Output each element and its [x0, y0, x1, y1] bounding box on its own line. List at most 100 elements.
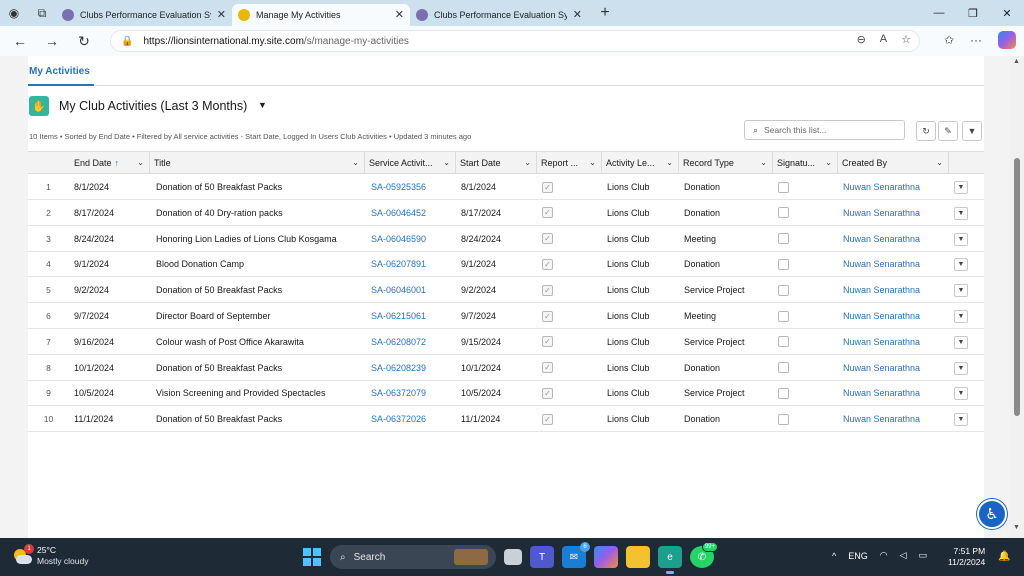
cell-created-by-link[interactable]: Nuwan Senarathna	[843, 406, 949, 432]
chevron-up-icon[interactable]: ^	[832, 551, 836, 561]
edit-list-button[interactable]: ✎	[938, 121, 958, 141]
cell-service-activity-link[interactable]: SA-06208072	[371, 329, 456, 355]
favorites-icon[interactable]: ✩	[944, 33, 954, 47]
refresh-icon[interactable]: ↻	[68, 26, 100, 56]
chevron-down-icon[interactable]: ⌄	[352, 158, 359, 167]
weather-widget[interactable]: 1 25°C Mostly cloudy	[12, 544, 89, 567]
cell-created-by-link[interactable]: Nuwan Senarathna	[843, 329, 949, 355]
cell-service-activity-link[interactable]: SA-05925356	[371, 174, 456, 200]
copilot-app-icon[interactable]	[594, 546, 618, 568]
taskbar-search[interactable]: ⌕ Search	[330, 545, 496, 569]
minimize-icon[interactable]: —	[922, 0, 956, 26]
wifi-icon[interactable]: ◠	[880, 550, 888, 561]
browser-tab-3[interactable]: Clubs Performance Evaluation Sys ✕	[410, 4, 588, 26]
header-title[interactable]: Title ⌄	[150, 152, 365, 174]
header-created-by[interactable]: Created By ⌄	[838, 152, 949, 174]
mail-icon[interactable]: ✉ 6	[562, 542, 590, 568]
copilot-icon[interactable]	[998, 31, 1016, 49]
more-menu-icon[interactable]: ···	[970, 33, 982, 47]
header-record-type[interactable]: Record Type ⌄	[679, 152, 773, 174]
close-tab-icon[interactable]: ✕	[217, 8, 226, 21]
filter-list-button[interactable]: ▼	[962, 121, 982, 141]
cell-service-activity-link[interactable]: SA-06372026	[371, 406, 456, 432]
tab-my-activities[interactable]: My Activities	[29, 66, 90, 77]
row-action-menu-button[interactable]: ▼	[954, 284, 968, 298]
notification-bell-icon[interactable]: 🔔	[998, 551, 1010, 562]
volume-icon[interactable]: ◁	[900, 550, 907, 561]
teams-icon[interactable]: T	[530, 546, 554, 568]
profile-icon[interactable]: ◉	[0, 0, 28, 26]
list-view-title[interactable]: My Club Activities (Last 3 Months)	[59, 99, 247, 113]
cell-created-by-link[interactable]: Nuwan Senarathna	[843, 200, 949, 226]
chevron-down-icon[interactable]: ⌄	[666, 158, 673, 167]
cell-created-by-link[interactable]: Nuwan Senarathna	[843, 380, 949, 406]
row-action-menu-button[interactable]: ▼	[954, 361, 968, 375]
edge-browser-icon[interactable]: e	[658, 546, 682, 574]
back-icon[interactable]: ←	[4, 26, 36, 56]
url-bar[interactable]: 🔒 https://lionsinternational.my.site.com…	[110, 30, 920, 52]
new-tab-button[interactable]: +	[592, 2, 618, 24]
row-action-menu-button[interactable]: ▼	[954, 387, 968, 401]
header-activity-level[interactable]: Activity Le... ⌄	[602, 152, 679, 174]
zoom-icon[interactable]: ⊖	[857, 33, 866, 46]
chevron-down-icon[interactable]: ⌄	[443, 158, 450, 167]
workspaces-icon[interactable]: ⧉	[28, 0, 56, 26]
cell-service-activity-link[interactable]: SA-06046590	[371, 226, 456, 252]
close-tab-icon[interactable]: ✕	[573, 8, 582, 21]
accessibility-button[interactable]: ♿	[977, 499, 1007, 529]
chevron-down-icon[interactable]: ⌄	[137, 158, 144, 167]
scrollbar-thumb[interactable]	[1014, 158, 1020, 416]
close-window-icon[interactable]: ✕	[990, 0, 1024, 26]
row-action-menu-button[interactable]: ▼	[954, 206, 968, 220]
chevron-down-icon[interactable]: ⌄	[524, 158, 531, 167]
row-action-menu-button[interactable]: ▼	[954, 232, 968, 246]
chevron-down-icon[interactable]: ⌄	[825, 158, 832, 167]
chevron-down-icon[interactable]: ⌄	[589, 158, 596, 167]
sort-ascending-icon[interactable]: ↑	[115, 158, 120, 168]
row-action-menu-button[interactable]: ▼	[954, 258, 968, 272]
favorite-star-icon[interactable]: ☆	[901, 33, 911, 46]
language-indicator[interactable]: ENG	[848, 551, 868, 561]
cell-created-by-link[interactable]: Nuwan Senarathna	[843, 174, 949, 200]
cell-created-by-link[interactable]: Nuwan Senarathna	[843, 355, 949, 381]
list-view-switcher-chevron-icon[interactable]: ▼	[258, 100, 267, 110]
browser-tab-1[interactable]: Clubs Performance Evaluation Sys ✕	[56, 4, 232, 26]
read-aloud-icon[interactable]: A	[880, 33, 887, 46]
header-end-date[interactable]: End Date ↑ ⌄	[69, 152, 150, 174]
scroll-up-icon[interactable]: ▲	[1013, 58, 1020, 65]
row-action-menu-button[interactable]: ▼	[954, 335, 968, 349]
chevron-down-icon[interactable]: ⌄	[936, 158, 943, 167]
task-view-icon[interactable]	[504, 549, 522, 565]
cell-service-activity-link[interactable]: SA-06046001	[371, 277, 456, 303]
close-tab-icon[interactable]: ✕	[395, 8, 404, 21]
row-action-menu-button[interactable]: ▼	[954, 310, 968, 323]
cell-created-by-link[interactable]: Nuwan Senarathna	[843, 277, 949, 303]
cell-created-by-link[interactable]: Nuwan Senarathna	[843, 251, 949, 277]
cell-service-activity-link[interactable]: SA-06046452	[371, 200, 456, 226]
header-service-activity[interactable]: Service Activit... ⌄	[365, 152, 456, 174]
whatsapp-icon[interactable]: ✆ 99+	[690, 542, 718, 568]
maximize-icon[interactable]: ❐	[956, 0, 990, 26]
cell-created-by-link[interactable]: Nuwan Senarathna	[843, 303, 949, 329]
refresh-list-button[interactable]: ↻	[916, 121, 936, 141]
row-action-menu-button[interactable]: ▼	[954, 413, 968, 427]
vertical-scrollbar[interactable]: ▲ ▼	[1010, 56, 1024, 538]
scroll-down-icon[interactable]: ▼	[1013, 524, 1020, 531]
header-start-date[interactable]: Start Date ⌄	[456, 152, 537, 174]
clock[interactable]: 7:51 PM 11/2/2024	[948, 546, 985, 568]
browser-tab-2[interactable]: Manage My Activities ✕	[232, 3, 410, 26]
search-input[interactable]	[764, 125, 895, 135]
forward-icon[interactable]: →	[36, 26, 68, 56]
battery-icon[interactable]: ▭	[919, 550, 928, 561]
header-signature[interactable]: Signatu... ⌄	[773, 152, 838, 174]
windows-start-icon[interactable]	[303, 548, 321, 566]
row-action-menu-button[interactable]: ▼	[954, 181, 968, 194]
cell-service-activity-link[interactable]: SA-06215061	[371, 303, 456, 329]
lock-icon[interactable]: 🔒	[121, 36, 133, 47]
file-explorer-icon[interactable]	[626, 546, 650, 568]
cell-service-activity-link[interactable]: SA-06207891	[371, 251, 456, 277]
list-search-box[interactable]: ⌕	[744, 120, 905, 140]
cell-service-activity-link[interactable]: SA-06208239	[371, 355, 456, 381]
chevron-down-icon[interactable]: ⌄	[760, 158, 767, 167]
cell-service-activity-link[interactable]: SA-06372079	[371, 380, 456, 406]
